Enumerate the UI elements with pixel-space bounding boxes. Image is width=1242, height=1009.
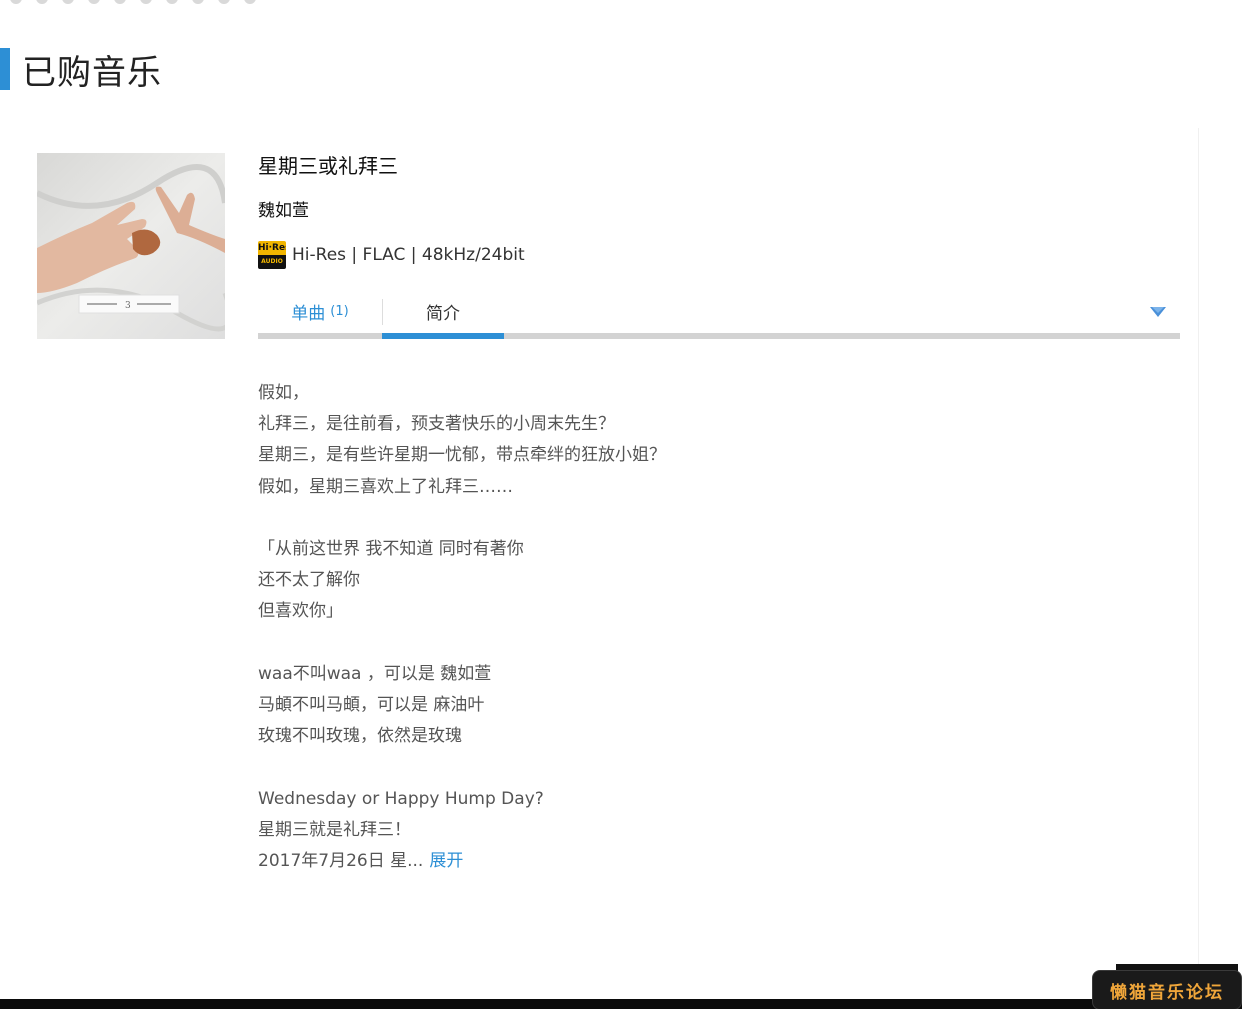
dot[interactable] bbox=[88, 0, 100, 4]
dot[interactable] bbox=[166, 0, 178, 4]
svg-text:3: 3 bbox=[125, 301, 131, 311]
tab-intro-label: 简介 bbox=[426, 303, 460, 324]
description-line bbox=[258, 628, 1158, 659]
expand-link[interactable]: 展开 bbox=[429, 851, 463, 871]
dot[interactable] bbox=[140, 0, 152, 4]
album-card: 3 星期三或礼拜三 魏如萱 Hi·Res AUDIO Hi-Res | FLAC… bbox=[22, 128, 1199, 988]
description-line: 还不太了解你 bbox=[258, 570, 360, 591]
description-line: 假如，星期三喜欢上了礼拜三…… bbox=[258, 476, 513, 497]
description-line: waa不叫waa ，可以是 魏如萱 bbox=[258, 663, 492, 684]
album-description: 假如， 礼拜三，是往前看，预支著快乐的小周末先生？ 星期三，是有些许星期一忧郁，… bbox=[258, 378, 1158, 877]
dot[interactable] bbox=[192, 0, 204, 4]
audio-quality: Hi·Res AUDIO Hi-Res | FLAC | 48kHz/24bit bbox=[258, 241, 525, 269]
artist-name[interactable]: 魏如萱 bbox=[258, 196, 309, 221]
footer-bar bbox=[0, 999, 1242, 1009]
pagination-dots bbox=[10, 0, 256, 4]
triangle-down-icon[interactable] bbox=[1150, 307, 1166, 319]
hires-badge-top: Hi·Res bbox=[258, 241, 286, 255]
album-cover-hands-icon: 3 bbox=[37, 153, 225, 339]
quality-text: Hi-Res | FLAC | 48kHz/24bit bbox=[292, 245, 525, 265]
hires-badge-bottom: AUDIO bbox=[258, 255, 286, 269]
section-header: 已购音乐 bbox=[0, 48, 162, 93]
description-line: 玫瑰不叫玫瑰，依然是玫瑰 bbox=[258, 726, 462, 747]
description-last-line: 2017年7月26日 星... 展开 bbox=[258, 846, 1158, 877]
tab-intro[interactable]: 简介 bbox=[382, 293, 504, 329]
description-line bbox=[258, 752, 1158, 783]
dot[interactable] bbox=[218, 0, 230, 4]
description-line bbox=[258, 503, 1158, 534]
dot[interactable] bbox=[36, 0, 48, 4]
dot[interactable] bbox=[62, 0, 74, 4]
tab-tracks-label: 单曲 bbox=[291, 303, 326, 324]
description-line: Wednesday or Happy Hump Day? bbox=[258, 788, 544, 809]
watermark: 懒猫音乐论坛 bbox=[1092, 970, 1242, 1009]
tab-bar: 单曲 (1) 简介 bbox=[258, 293, 1180, 339]
description-line: 但喜欢你」 bbox=[258, 601, 343, 622]
dot[interactable] bbox=[114, 0, 126, 4]
album-title: 星期三或礼拜三 bbox=[258, 154, 398, 178]
section-title: 已购音乐 bbox=[22, 52, 162, 93]
page: 已购音乐 3 星期三或礼拜三 魏如萱 Hi·Re AUDIO Hi-Res | … bbox=[0, 0, 1242, 1009]
hires-audio-icon: Hi·Res AUDIO bbox=[258, 241, 286, 269]
dot[interactable] bbox=[10, 0, 22, 4]
description-line: 「从前这世界 我不知道 同时有著你 bbox=[258, 539, 524, 559]
description-line: 星期三就是礼拜三！ bbox=[258, 819, 411, 840]
dot[interactable] bbox=[244, 0, 256, 4]
album-cover[interactable]: 3 bbox=[37, 153, 225, 339]
section-accent-bar bbox=[0, 48, 10, 90]
description-line: 假如， bbox=[258, 383, 309, 403]
tab-tracks-count: (1) bbox=[330, 303, 349, 319]
description-truncated-text: 2017年7月26日 星... bbox=[258, 851, 424, 871]
description-line: 马頔不叫马頔，可以是 麻油叶 bbox=[258, 695, 485, 715]
tab-active-indicator bbox=[382, 333, 504, 339]
description-line: 星期三，是有些许星期一忧郁，带点牵绊的狂放小姐？ bbox=[258, 445, 666, 466]
tab-tracks[interactable]: 单曲 (1) bbox=[258, 293, 382, 329]
description-line: 礼拜三，是往前看，预支著快乐的小周末先生？ bbox=[258, 414, 615, 435]
